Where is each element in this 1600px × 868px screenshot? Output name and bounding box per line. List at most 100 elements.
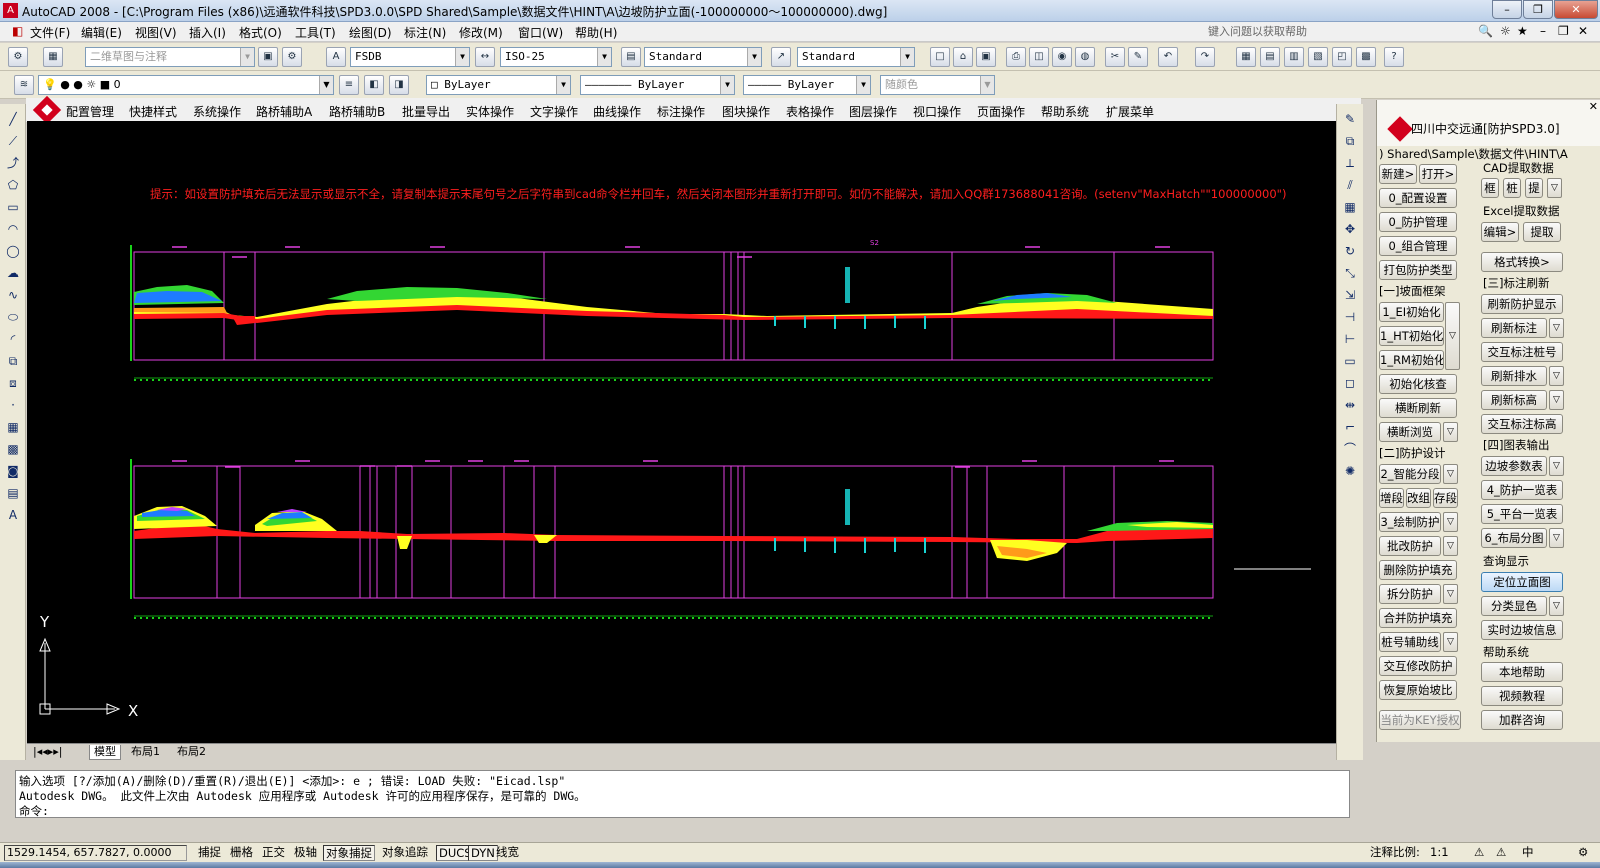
tab-layout2[interactable]: 布局2 [173, 745, 210, 760]
plotstyle-select[interactable]: 随颜色 ▼ [880, 75, 995, 95]
refresh-drain-button[interactable]: 刷新排水 [1481, 366, 1547, 386]
interactive-modify-button[interactable]: 交互修改防护 [1379, 656, 1457, 676]
menu-app-icon[interactable]: ◧ [12, 24, 23, 38]
restore-slope-button[interactable]: 恢复原始坡比 [1379, 680, 1457, 700]
ellipse-icon[interactable]: ⬭ [3, 308, 23, 326]
table-icon[interactable]: ▤ [3, 484, 23, 502]
favorites-icon[interactable]: ★ [1517, 24, 1528, 38]
move-icon[interactable]: ✥ [1340, 220, 1360, 238]
fillet-icon[interactable]: ⌒ [1340, 440, 1360, 458]
color-select[interactable]: □ ByLayer ▼ [426, 75, 571, 95]
rotate-icon[interactable]: ↻ [1340, 242, 1360, 260]
menu-insert[interactable]: 插入(I) [189, 24, 226, 41]
slope-params-button[interactable]: 边坡参数表 [1481, 456, 1547, 476]
menu-help[interactable]: 帮助(H) [575, 24, 617, 41]
region-icon[interactable]: ◙ [3, 462, 23, 480]
slope-params-dropdown[interactable]: ▽ [1549, 456, 1564, 476]
pile-assist-dropdown[interactable]: ▽ [1443, 632, 1458, 652]
frame-button[interactable]: 框 [1481, 178, 1499, 198]
refresh-elev-dropdown[interactable]: ▽ [1549, 390, 1564, 410]
mtext-icon[interactable]: A [3, 506, 23, 524]
spd-menu-table[interactable]: 表格操作 [786, 103, 834, 120]
snap-toggle[interactable]: 捕捉 [196, 845, 223, 861]
break-icon[interactable]: ▭ [1340, 352, 1360, 370]
trim-icon[interactable]: ⊣ [1340, 308, 1360, 326]
spd-menu-batch-export[interactable]: 批量导出 [402, 103, 450, 120]
lineweight-toggle[interactable]: 线宽 [494, 845, 521, 861]
table-style-icon[interactable]: ▤ [621, 47, 641, 67]
pile-assist-button[interactable]: 桩号辅助线 [1379, 632, 1441, 652]
smart-segment-dropdown[interactable]: ▽ [1443, 464, 1458, 484]
layer-manager-icon[interactable]: ≋ [14, 75, 34, 95]
undo-icon[interactable]: ↶ [1158, 47, 1178, 67]
layer-select[interactable]: 💡 ● ● ☼ ■ 0 ▼ [38, 75, 334, 95]
communication-icon[interactable]: ☼ [1500, 24, 1511, 38]
circle-icon[interactable]: ◯ [3, 242, 23, 260]
smart-segment-button[interactable]: 2_智能分段 [1379, 464, 1441, 484]
stretch-icon[interactable]: ⇲ [1340, 286, 1360, 304]
layout-plan-button[interactable]: 6_布局分图 [1481, 528, 1547, 548]
restore-button[interactable]: ❐ [1523, 0, 1553, 19]
spd-menu-system[interactable]: 系统操作 [193, 103, 241, 120]
layer-match-icon[interactable]: ◨ [389, 75, 409, 95]
menu-view[interactable]: 视图(V) [135, 24, 177, 41]
osnap-toggle[interactable]: 对象捕捉 [323, 845, 375, 861]
annotation-visibility-icon[interactable]: ⚠ [1472, 845, 1486, 861]
local-help-button[interactable]: 本地帮助 [1481, 662, 1563, 682]
annotation-scale-select[interactable]: 1:1 [1428, 845, 1451, 861]
construction-line-icon[interactable]: ⟋ [3, 132, 23, 150]
save-segment-button[interactable]: 存段 [1433, 488, 1458, 508]
pack-types-button[interactable]: 打包防护类型 [1379, 260, 1457, 280]
spd-menu-curve[interactable]: 曲线操作 [593, 103, 641, 120]
refresh-label-button[interactable]: 刷新标注 [1481, 318, 1547, 338]
dim-style-select[interactable]: ISO-25 ▼ [500, 47, 612, 67]
locate-elevation-button[interactable]: 定位立面图 [1481, 572, 1563, 592]
dim-style-icon[interactable]: ↔ [475, 47, 495, 67]
merge-fill-button[interactable]: 合并防护填充 [1379, 608, 1457, 628]
init-ht-button[interactable]: 1_HT初始化 [1379, 326, 1444, 346]
extend-icon[interactable]: ⊢ [1340, 330, 1360, 348]
key-auth-button[interactable]: 当前为KEY授权 [1379, 710, 1461, 730]
draw-protect-button[interactable]: 3_绘制防护 [1379, 512, 1441, 532]
workspace-save-icon[interactable]: ▣ [258, 47, 278, 67]
menu-modify[interactable]: 修改(M) [459, 24, 503, 41]
grid-toggle[interactable]: 栅格 [228, 845, 255, 861]
workspace-icon[interactable]: ▦ [43, 47, 63, 67]
command-prompt[interactable]: 命令: [19, 803, 49, 819]
3d-dwf-icon[interactable]: ◍ [1075, 47, 1095, 67]
ellipse-arc-icon[interactable]: ◜ [3, 330, 23, 348]
tab-layout1[interactable]: 布局1 [127, 745, 164, 760]
extract-button[interactable]: 提取 [1523, 222, 1561, 242]
revcloud-icon[interactable]: ☁ [3, 264, 23, 282]
realtime-info-button[interactable]: 实时边坡信息 [1481, 620, 1563, 640]
point-icon[interactable]: · [3, 396, 23, 414]
spd-menu-roadbridge-b[interactable]: 路桥辅助B [329, 103, 385, 120]
cad-extract-dropdown[interactable]: ▽ [1547, 178, 1562, 198]
spd-menu-block[interactable]: 图块操作 [722, 103, 770, 120]
break-at-point-icon[interactable]: ◻ [1340, 374, 1360, 392]
erase-icon[interactable]: ✎ [1340, 110, 1360, 128]
make-current-layer-icon[interactable]: ≡ [339, 75, 359, 95]
line-icon[interactable]: ╱ [3, 110, 23, 128]
drawing-canvas[interactable]: 提示：如设置防护填充后无法显示或显示不全，请复制本提示末尾句号之后字符串到cad… [27, 121, 1336, 743]
classify-color-button[interactable]: 分类显色 [1481, 596, 1547, 616]
cross-browse-dropdown[interactable]: ▽ [1443, 422, 1458, 442]
annotation-autoscale-icon[interactable]: ⚠ [1494, 845, 1508, 861]
arc-icon[interactable]: ◠ [3, 220, 23, 238]
linetype-select[interactable]: ——————— ByLayer ▼ [580, 75, 735, 95]
open-button[interactable]: 打开> [1419, 164, 1457, 184]
polyline-icon[interactable]: ⤴ [3, 154, 23, 172]
spd-panel-close-icon[interactable]: ✕ [1589, 100, 1598, 113]
mleader-style-icon[interactable]: ↗ [771, 47, 791, 67]
spd-menu-entity[interactable]: 实体操作 [466, 103, 514, 120]
search-icon[interactable]: 🔍 [1478, 24, 1493, 38]
scale-icon[interactable]: ⤡ [1340, 264, 1360, 282]
menu-edit[interactable]: 编辑(E) [81, 24, 122, 41]
protect-list-button[interactable]: 4_防护一览表 [1481, 480, 1563, 500]
refresh-display-button[interactable]: 刷新防护显示 [1481, 294, 1563, 314]
chamfer-icon[interactable]: ⌐ [1340, 418, 1360, 436]
workspace-select[interactable]: 二维草图与注释 ▼ [85, 47, 255, 67]
cross-refresh-button[interactable]: 横断刷新 [1379, 398, 1457, 418]
minimize-button[interactable]: – [1492, 0, 1522, 19]
insert-block-icon[interactable]: ⧉ [3, 352, 23, 370]
